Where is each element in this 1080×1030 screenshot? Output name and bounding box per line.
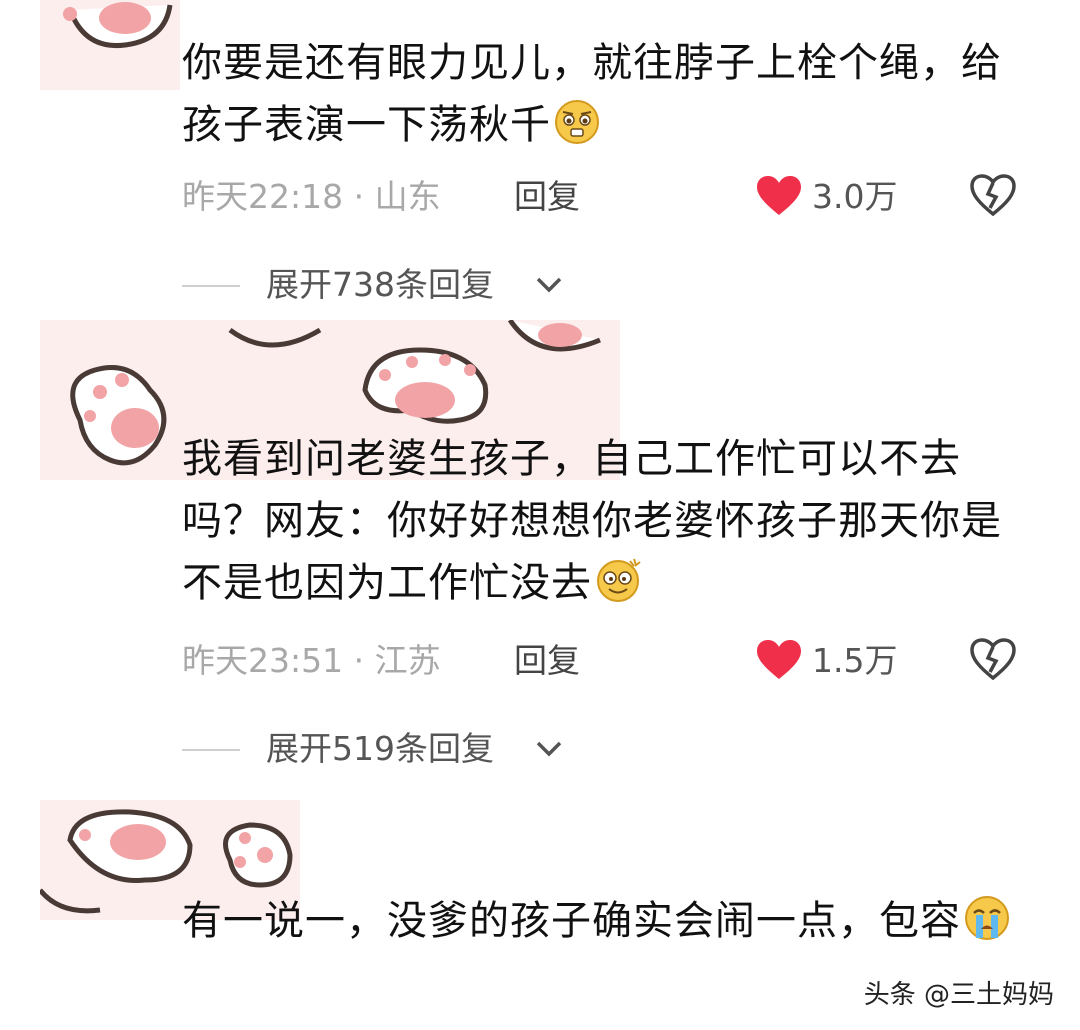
broken-heart-icon	[970, 174, 1016, 217]
divider-dash	[182, 749, 240, 751]
heart-icon	[757, 176, 801, 215]
dislike-button[interactable]	[970, 638, 1016, 694]
like-count: 1.5万	[812, 641, 898, 680]
heart-icon	[757, 640, 801, 679]
chevron-down-icon	[536, 277, 562, 293]
time-location: 昨天22:18 · 山东	[182, 177, 441, 216]
comment-2: 我看到问老婆生孩子，自己工作忙可以不去吗？网友：你好好想想你老婆怀孩子那天你是不…	[0, 320, 1080, 790]
comment-meta: 昨天22:18 · 山东 回复 3.0万	[182, 172, 1042, 222]
divider-dash	[182, 285, 240, 287]
expand-replies-button[interactable]: 展开519条回复	[182, 724, 582, 774]
expand-replies-button[interactable]: 展开738条回复	[182, 260, 582, 310]
watermark: 头条 @三土妈妈	[863, 980, 1054, 1010]
comment-text: 你要是还有眼力见儿，就往脖子上栓个绳，给孩子表演一下荡秋千	[182, 40, 1002, 148]
comment-1: 你要是还有眼力见儿，就往脖子上栓个绳，给孩子表演一下荡秋千 昨天22:18 · …	[0, 0, 1080, 320]
comment-text: 我看到问老婆生孩子，自己工作忙可以不去吗？网友：你好好想想你老婆怀孩子那天你是不…	[182, 436, 1002, 606]
crying-face-icon	[965, 896, 1009, 940]
comment-text: 有一说一，没爹的孩子确实会闹一点，包容	[182, 890, 1012, 952]
broken-heart-icon	[970, 638, 1016, 681]
pleading-face-icon	[555, 100, 599, 144]
expand-replies-label: 展开519条回复	[266, 729, 494, 768]
avatar-paw-decoration	[40, 0, 180, 90]
dislike-button[interactable]	[970, 174, 1016, 230]
time-location: 昨天23:51 · 江苏	[182, 641, 441, 680]
like-count: 3.0万	[812, 177, 898, 216]
chevron-down-icon	[536, 741, 562, 757]
reply-button[interactable]: 回复	[514, 636, 580, 686]
reply-button[interactable]: 回复	[514, 172, 580, 222]
expand-replies-label: 展开738条回复	[266, 265, 494, 304]
comment-meta: 昨天23:51 · 江苏 回复 1.5万	[182, 636, 1042, 686]
dizzy-smile-face-icon	[597, 558, 641, 602]
